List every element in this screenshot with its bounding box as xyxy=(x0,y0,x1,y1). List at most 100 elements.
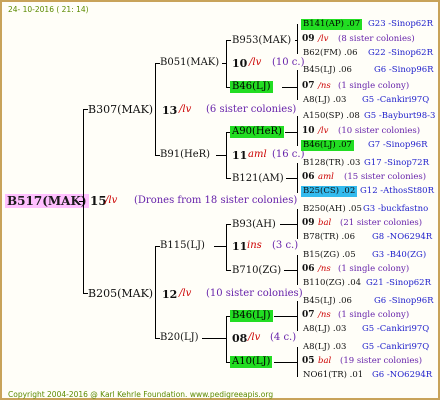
gen5-breeder: G7 -Sinop96R xyxy=(368,140,428,150)
gen5-note: (10 sister colonies) xyxy=(338,126,421,136)
gen5-suffix: /ns xyxy=(318,310,331,320)
gen4-queen-name[interactable]: B46(LJ) xyxy=(230,81,273,93)
sire-queen-number: 13 xyxy=(162,104,178,117)
gen5-queen-name[interactable]: B78(TR) .06 xyxy=(301,232,357,243)
connector xyxy=(155,246,156,338)
gen4-queen-name[interactable]: B46(LJ) xyxy=(230,310,273,322)
gen5-queen-name[interactable]: B46(LJ) .07 xyxy=(301,140,354,151)
gen5-queen-name[interactable]: B45(LJ) .06 xyxy=(301,296,354,307)
gen5-breeder: G5 -Cankiri97Q xyxy=(362,324,430,334)
connector xyxy=(155,63,156,155)
gen5-breeder: G5 -Cankiri97Q xyxy=(362,342,430,352)
gen5-breeder: G3 -buckfastno xyxy=(363,204,429,214)
connector xyxy=(280,224,298,225)
sire-queen-name[interactable]: B307(MAK) xyxy=(88,104,153,115)
sire-queen-suffix: /lv xyxy=(179,104,192,115)
gen3-suffix: /lv xyxy=(249,57,262,68)
gen3-number: 11 xyxy=(232,149,248,162)
gen5-queen-name[interactable]: B250(AH) .05 xyxy=(301,204,364,215)
root-queen-name[interactable]: B517(MAK) xyxy=(5,194,89,208)
dam-queen-number: 12 xyxy=(162,288,178,301)
gen5-suffix: /lv xyxy=(318,34,329,44)
connector xyxy=(226,224,227,270)
gen5-queen-name[interactable]: A8(LJ) .03 xyxy=(301,95,348,106)
gen5-note: (8 sister colonies) xyxy=(338,34,415,44)
gen3-queen-name[interactable]: B115(LJ) xyxy=(160,241,205,251)
gen5-breeder: G17 -Sinop72R xyxy=(364,158,429,168)
gen5-number: 05 xyxy=(302,356,315,366)
gen5-queen-name[interactable]: B110(ZG) .04 xyxy=(301,278,363,289)
connector xyxy=(284,270,298,271)
gen5-suffix: /ns xyxy=(318,264,331,274)
gen3-suffix: /lv xyxy=(248,332,261,343)
gen5-note: (15 sister colonies) xyxy=(344,172,427,182)
dam-queen-name[interactable]: B205(MAK) xyxy=(88,288,153,299)
connector xyxy=(226,316,227,362)
gen5-queen-name[interactable]: B128(TR) .03 xyxy=(301,158,362,169)
gen5-breeder: G6 -NO6294R xyxy=(372,370,433,380)
gen3-note: (10 c.) xyxy=(272,57,305,68)
gen4-queen-name[interactable]: A90(HeR) xyxy=(230,126,284,138)
gen3-number: 11 xyxy=(232,240,248,253)
gen4-queen-name[interactable]: B121(AM) xyxy=(230,173,286,185)
gen5-breeder: G23 -Sinop62R xyxy=(368,19,433,29)
gen5-breeder: G8 -NO6294R xyxy=(372,232,433,242)
gen5-breeder: G3 -B40(ZG) xyxy=(372,250,427,260)
gen5-queen-name[interactable]: A150(SP) .08 xyxy=(301,111,362,122)
gen4-queen-name[interactable]: A10(LJ) xyxy=(230,356,273,368)
gen5-queen-name[interactable]: B15(ZG) .05 xyxy=(301,250,358,261)
connector xyxy=(285,132,298,133)
connector xyxy=(286,178,298,179)
gen5-queen-name[interactable]: NO61(TR) .01 xyxy=(301,370,365,381)
gen5-number: 07 xyxy=(302,310,315,320)
connector xyxy=(297,116,298,146)
gen5-note: (1 single colony) xyxy=(338,264,410,274)
gen5-breeder: G22 -Sinop62R xyxy=(368,48,433,58)
connector xyxy=(282,87,298,88)
gen5-note: (1 single colony) xyxy=(338,310,410,320)
gen3-queen-name[interactable]: B051(MAK) xyxy=(160,58,219,68)
root-queen-suffix: /lv xyxy=(105,195,118,206)
dam-queen-note: (10 sister colonies) xyxy=(206,288,303,299)
gen5-breeder: G6 -Sinop96R xyxy=(374,296,434,306)
dam-queen-suffix: /lv xyxy=(179,288,192,299)
pedigree-chart: 24- 10-2016 ( 21: 14) B517(MAK) 15 /lv (… xyxy=(0,0,440,400)
gen5-breeder: G5 -Cankiri97Q xyxy=(362,95,430,105)
gen5-suffix: bal xyxy=(318,356,332,366)
gen5-suffix: aml xyxy=(318,172,334,182)
gen3-number: 10 xyxy=(232,57,248,70)
gen4-queen-name[interactable]: B93(AH) xyxy=(230,219,278,231)
gen5-note: (1 single colony) xyxy=(338,81,410,91)
gen5-queen-name[interactable]: B25(CS) .02 xyxy=(301,186,358,197)
gen5-breeder: G21 -Sinop62R xyxy=(366,278,431,288)
connector xyxy=(216,155,227,156)
gen5-number: 07 xyxy=(302,81,315,91)
gen5-note: (21 sister colonies) xyxy=(340,218,423,228)
copyright-footer[interactable]: Copyright 2004-2016 @ Karl Kehrle Founda… xyxy=(8,391,273,399)
gen5-queen-name[interactable]: B141(AP) .07 xyxy=(301,19,363,30)
date-header: 24- 10-2016 ( 21: 14) xyxy=(8,5,89,14)
gen5-suffix: /lv xyxy=(318,126,329,136)
connector xyxy=(79,201,84,202)
connector xyxy=(295,40,298,41)
connector xyxy=(214,246,227,247)
gen5-queen-name[interactable]: B62(FM) .06 xyxy=(301,48,360,59)
connector xyxy=(274,362,298,363)
gen5-queen-name[interactable]: A8(LJ) .03 xyxy=(301,342,348,353)
gen5-queen-name[interactable]: A8(LJ) .03 xyxy=(301,324,348,335)
gen4-queen-name[interactable]: B953(MAK) xyxy=(230,35,293,47)
gen5-number: 06 xyxy=(302,264,315,274)
gen5-breeder: G5 -Bayburt98-3 xyxy=(364,111,436,121)
gen3-note: (4 c.) xyxy=(270,332,297,343)
gen5-number: 09 xyxy=(302,34,315,44)
gen5-queen-name[interactable]: B45(LJ) .06 xyxy=(301,65,354,76)
gen5-number: 06 xyxy=(302,172,315,182)
root-queen-note: (Drones from 18 sister colonies) xyxy=(134,195,298,206)
gen5-suffix: /ns xyxy=(318,81,331,91)
gen5-number: 10 xyxy=(302,126,315,136)
gen3-queen-name[interactable]: B20(LJ) xyxy=(160,333,199,343)
gen5-breeder: G6 -Sinop96R xyxy=(374,65,434,75)
gen5-note: (19 sister colonies) xyxy=(340,356,423,366)
gen4-queen-name[interactable]: B710(ZG) xyxy=(230,265,283,277)
gen3-queen-name[interactable]: B91(HeR) xyxy=(160,150,210,160)
